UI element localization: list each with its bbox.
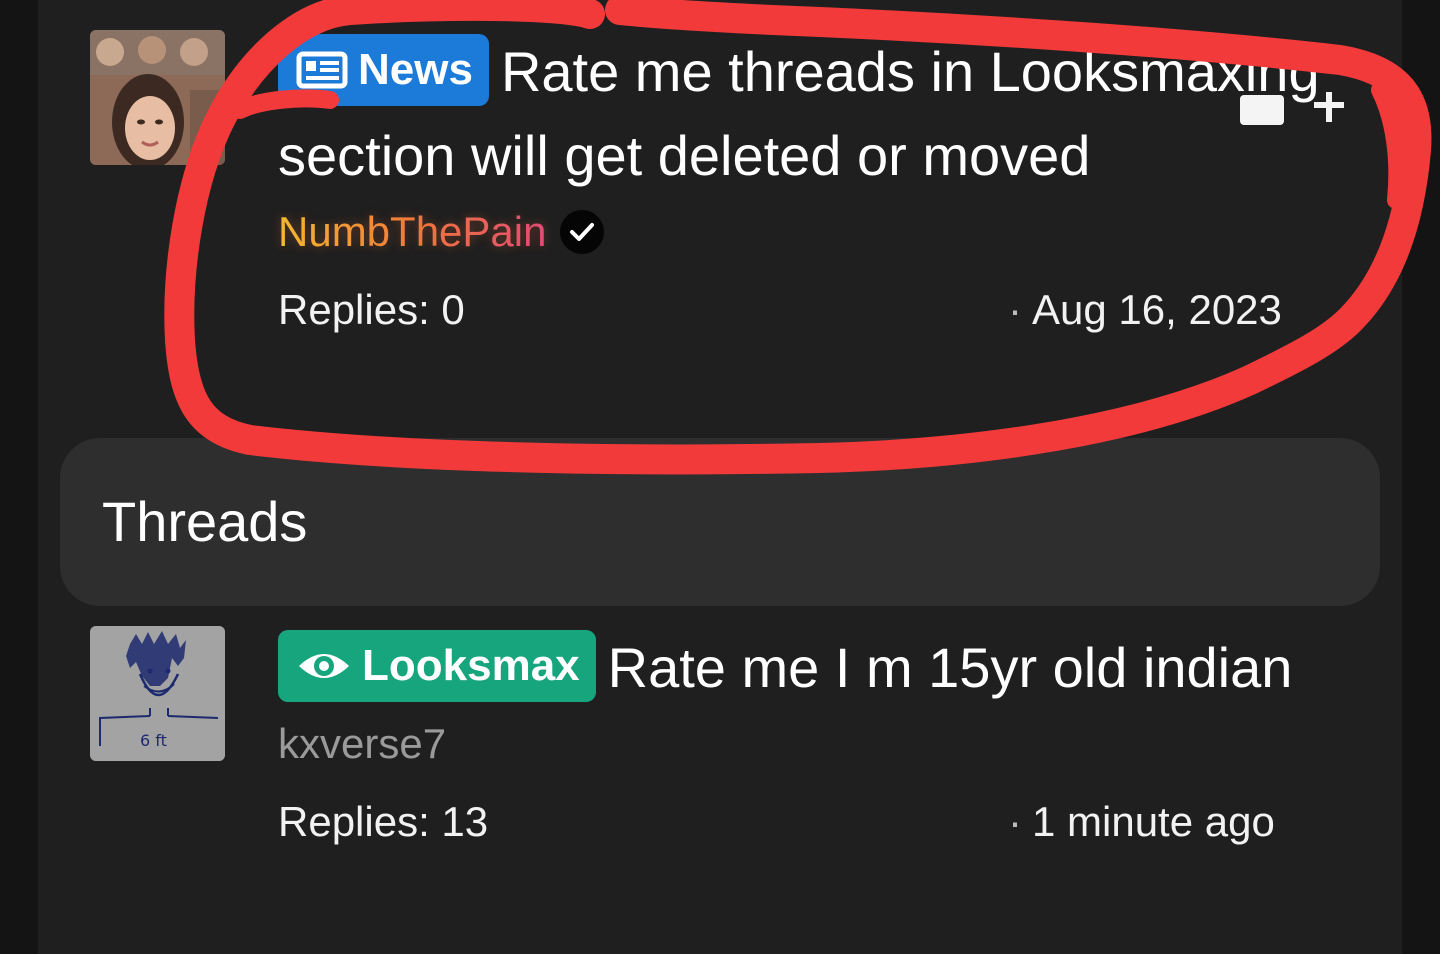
author-row: NumbThePain <box>278 202 1348 262</box>
thread-timestamp: · 1 minute ago <box>1008 792 1275 852</box>
pinned-thread-item[interactable]: News Rate me threads in Looksmaxing sect… <box>90 30 1390 430</box>
badge-label: Looksmax <box>362 641 580 691</box>
verified-icon <box>560 210 605 254</box>
thread-title-text: Rate me I m 15yr old indian <box>607 636 1293 699</box>
newspaper-icon <box>296 51 348 89</box>
reply-count: Replies: 0 <box>278 286 465 333</box>
thread-item[interactable]: 6 ft Looksmax Rate me I m 15yr old india… <box>90 626 1390 946</box>
avatar-caption: 6 ft <box>140 731 167 750</box>
eye-icon <box>296 648 352 684</box>
thread-content: Looksmax Rate me I m 15yr old indian kxv… <box>278 626 1348 852</box>
author-name[interactable]: NumbThePain <box>278 202 546 262</box>
reply-count: Replies: 13 <box>278 798 489 845</box>
meta-separator: · <box>1008 286 1022 333</box>
author-avatar[interactable]: 6 ft <box>90 626 225 761</box>
thread-status-icons <box>1240 90 1346 129</box>
badge-label: News <box>358 45 473 95</box>
author-avatar[interactable] <box>90 30 225 165</box>
thread-content: News Rate me threads in Looksmaxing sect… <box>278 30 1348 340</box>
section-header-threads: Threads <box>60 438 1380 606</box>
thread-meta: Replies: 13 · 1 minute ago <box>278 792 1348 852</box>
author-name[interactable]: kxverse7 <box>278 714 446 774</box>
watch-icon <box>1240 94 1284 125</box>
timestamp-text: Aug 16, 2023 <box>1032 286 1282 333</box>
thread-timestamp: · Aug 16, 2023 <box>1008 280 1282 340</box>
avatar-sketch-image: 6 ft <box>90 626 225 761</box>
pin-icon <box>1312 90 1346 129</box>
prefix-badge[interactable]: News <box>278 34 489 107</box>
section-header-label: Threads <box>102 490 308 553</box>
author-row: kxverse7 <box>278 714 1348 774</box>
thread-title[interactable]: Looksmax Rate me I m 15yr old indian <box>278 626 1348 710</box>
meta-separator: · <box>1008 798 1022 845</box>
avatar-image <box>90 30 225 165</box>
thread-title[interactable]: News Rate me threads in Looksmaxing sect… <box>278 30 1348 198</box>
thread-meta: Replies: 0 · Aug 16, 2023 <box>278 280 1348 340</box>
timestamp-text: 1 minute ago <box>1032 798 1275 845</box>
prefix-badge[interactable]: Looksmax <box>278 630 596 703</box>
